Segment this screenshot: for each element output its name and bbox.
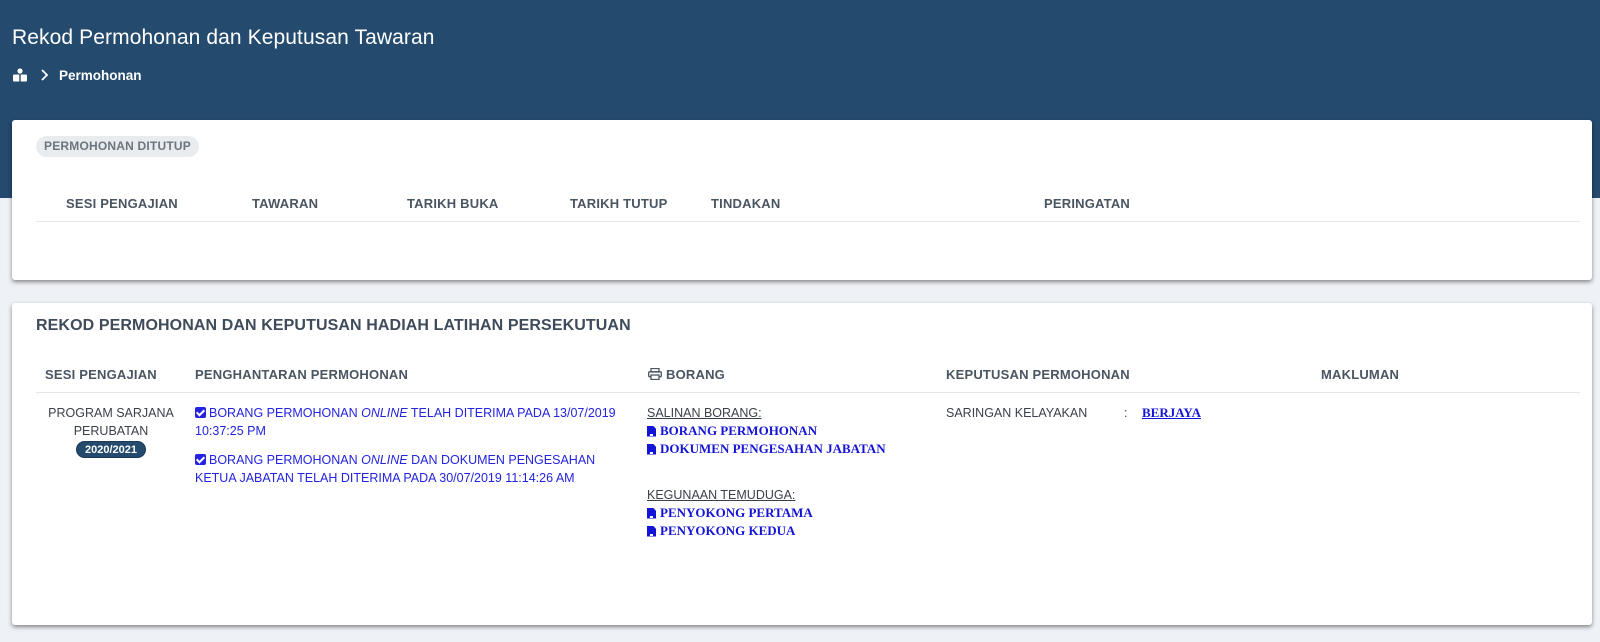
download-application-form-link[interactable]: BORANG PERMOHONAN [647, 422, 927, 440]
printer-icon [648, 367, 662, 381]
column-header-warning: PERINGATAN [1044, 196, 1131, 211]
application-record-card: REKOD PERMOHONAN DAN KEPUTUSAN HADIAH LA… [12, 303, 1592, 625]
checkbox-checked-icon [195, 454, 206, 465]
file-download-icon [647, 507, 656, 519]
file-download-icon [647, 443, 656, 455]
decision-separator: : [1124, 406, 1128, 420]
session-cell: PROGRAM SARJANA PERUBATAN 2020/2021 [42, 404, 180, 458]
table-divider [36, 392, 1580, 393]
form-copy-label: SALINAN BORANG: [647, 406, 762, 420]
checkbox-checked-icon [195, 407, 206, 418]
download-first-referee-link[interactable]: PENYOKONG PERTAMA [647, 504, 927, 522]
decision-result-link[interactable]: BERJAYA [1142, 405, 1201, 420]
column-header-decision: KEPUTUSAN PERMOHONAN [946, 367, 1130, 382]
column-header-submission: PENGHANTARAN PERMOHONAN [195, 367, 409, 382]
submission-item: BORANG PERMOHONAN ONLINE TELAH DITERIMA … [195, 406, 616, 438]
column-header-session: SESI PENGAJIAN [45, 367, 157, 382]
table-divider [36, 221, 1580, 222]
column-header-form: BORANG [648, 367, 725, 382]
chevron-right-icon [40, 69, 49, 81]
breadcrumb: Permohonan [12, 66, 142, 84]
column-header-close-date: TARIKH TUTUP [570, 196, 668, 211]
status-badge: PERMOHONAN DITUTUP [36, 136, 199, 157]
section-title: REKOD PERMOHONAN DAN KEPUTUSAN HADIAH LA… [36, 317, 631, 334]
closed-applications-card: PERMOHONAN DITUTUP SESI PENGAJIAN TAWARA… [12, 120, 1592, 280]
column-header-open-date: TARIKH BUKA [407, 196, 499, 211]
download-second-referee-link[interactable]: PENYOKONG KEDUA [647, 522, 927, 540]
program-name: PROGRAM SARJANA PERUBATAN [48, 406, 174, 438]
column-header-session: SESI PENGAJIAN [66, 196, 178, 211]
submission-cell: BORANG PERMOHONAN ONLINE TELAH DITERIMA … [195, 404, 635, 487]
home-icon[interactable] [12, 68, 28, 82]
form-cell: SALINAN BORANG: BORANG PERMOHONAN DOKUME… [647, 404, 927, 540]
column-header-offer: TAWARAN [252, 196, 319, 211]
submission-item: BORANG PERMOHONAN ONLINE DAN DOKUMEN PEN… [195, 453, 596, 485]
column-header-info: MAKLUMAN [1321, 367, 1400, 382]
decision-label: SARINGAN KELAYAKAN [946, 406, 1088, 420]
page-title: Rekod Permohonan dan Keputusan Tawaran [12, 26, 435, 49]
column-header-action: TINDAKAN [711, 196, 781, 211]
interview-label: KEGUNAAN TEMUDUGA: [647, 488, 796, 502]
decision-cell: SARINGAN KELAYAKAN: BERJAYA [946, 404, 1306, 422]
year-badge: 2020/2021 [76, 441, 146, 458]
file-download-icon [647, 425, 656, 437]
breadcrumb-current[interactable]: Permohonan [59, 68, 142, 83]
form-header-label: BORANG [666, 367, 725, 382]
download-department-verification-link[interactable]: DOKUMEN PENGESAHAN JABATAN [647, 440, 927, 458]
file-download-icon [647, 525, 656, 537]
